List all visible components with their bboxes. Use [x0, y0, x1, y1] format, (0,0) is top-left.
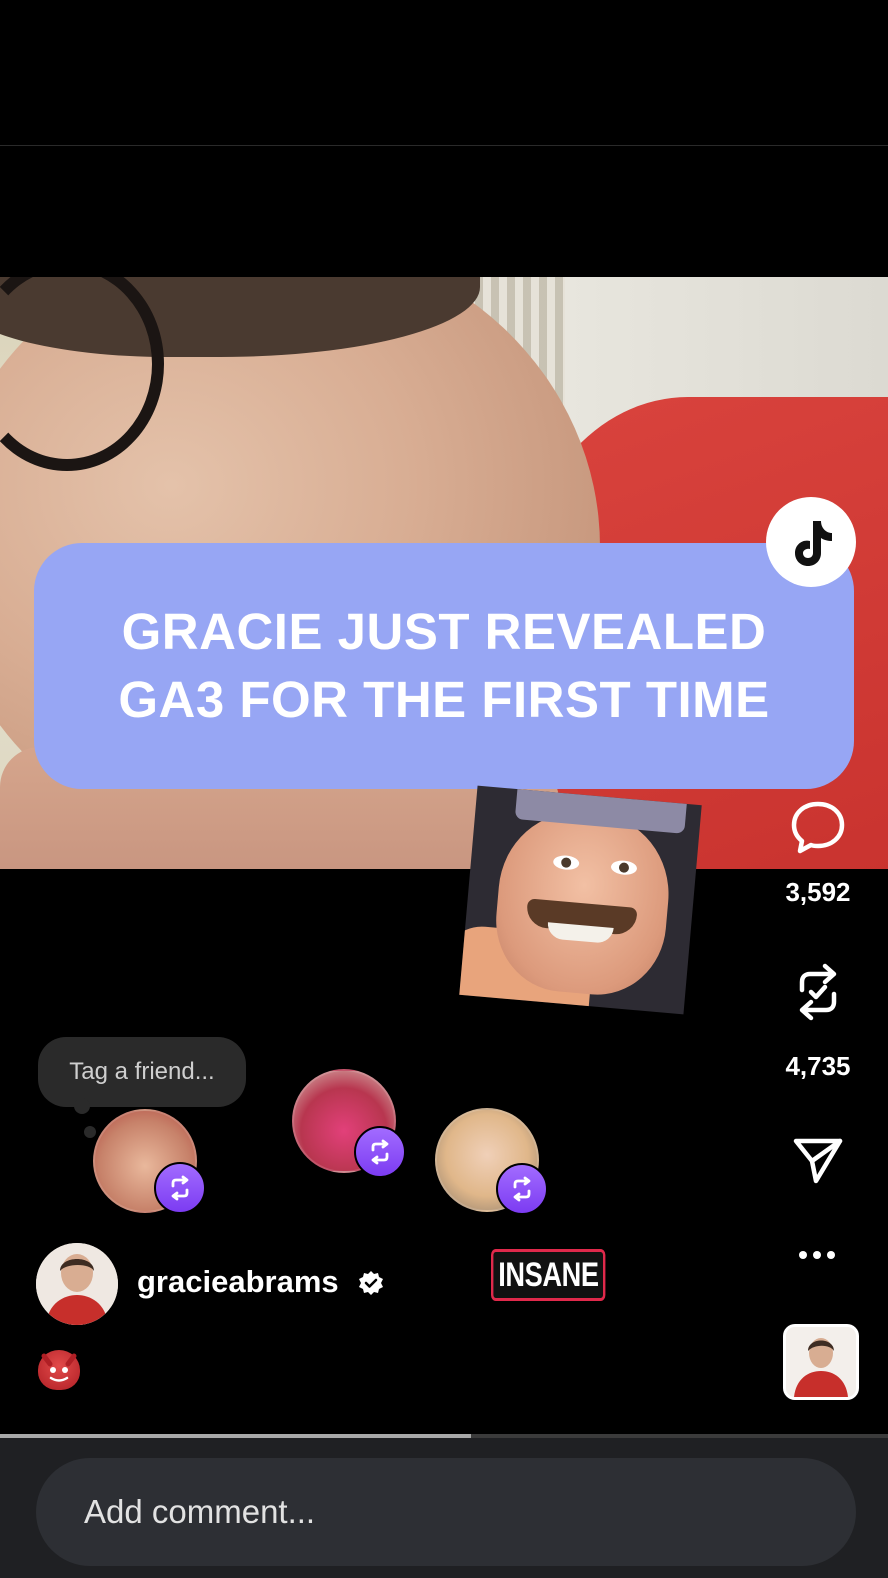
repost-count: 4,735 — [785, 1051, 851, 1081]
frame-divider — [0, 145, 888, 146]
repost-badge-icon — [354, 1126, 406, 1178]
share-icon[interactable] — [790, 1131, 846, 1187]
repost-badge-icon — [496, 1163, 548, 1215]
verified-badge-icon — [357, 1270, 385, 1298]
profile-photo — [36, 1243, 118, 1325]
caption-banner: GRACIE JUST REVEALED GA3 FOR THE FIRST T… — [34, 543, 854, 789]
paper-plane-icon — [793, 1138, 843, 1184]
comment-icon[interactable] — [790, 799, 846, 855]
comment-placeholder: Add comment... — [84, 1493, 316, 1530]
tag-friend-prompt[interactable]: Tag a friend... — [38, 1037, 246, 1107]
reactor-sticker — [459, 785, 702, 1015]
sound-thumbnail[interactable] — [783, 1324, 859, 1400]
tiktok-note-icon — [795, 521, 832, 566]
tiktok-logo-icon[interactable] — [766, 497, 856, 587]
repost-icon[interactable] — [790, 962, 846, 1021]
sound-cover-image — [786, 1327, 856, 1397]
repost-badge-icon — [154, 1162, 206, 1214]
repost-arrows-icon — [799, 963, 837, 1021]
caption-banner-text: GRACIE JUST REVEALED GA3 FOR THE FIRST T… — [118, 603, 770, 728]
insane-text-sticker: INSANE — [491, 1249, 606, 1301]
comment-bubble-icon — [791, 801, 845, 854]
thought-dot — [74, 1098, 90, 1114]
devil-emoji-icon — [38, 1350, 80, 1390]
comment-input[interactable]: Add comment... — [36, 1458, 856, 1566]
more-options-icon[interactable] — [797, 1245, 837, 1265]
profile-avatar[interactable] — [36, 1243, 118, 1325]
comment-count: 3,592 — [785, 877, 851, 907]
username[interactable]: gracieabrams — [137, 1264, 339, 1300]
thought-dot — [84, 1126, 96, 1138]
top-letterbox — [0, 0, 888, 145]
